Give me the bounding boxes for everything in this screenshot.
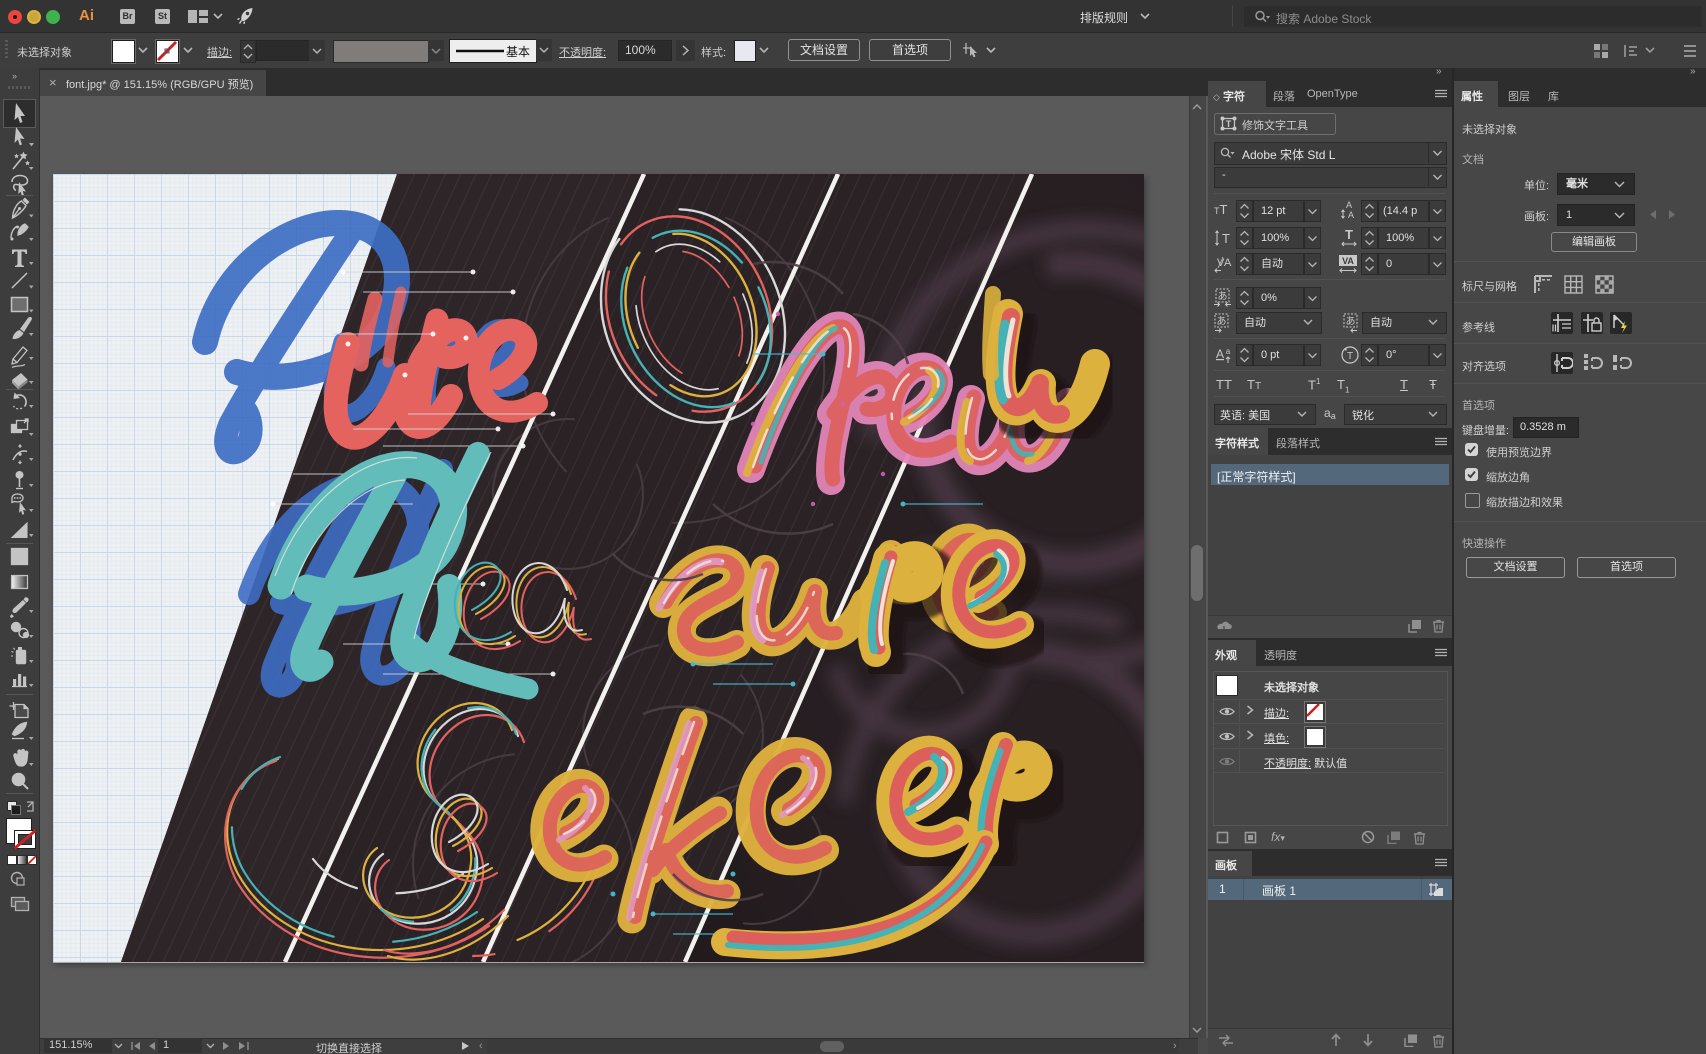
svg-text:T: T [1347,351,1353,362]
svg-text:T: T [1345,228,1353,242]
svg-text:T: T [1226,119,1232,129]
svg-text:VA: VA [1342,256,1354,266]
svg-text:あ: あ [1217,316,1227,328]
svg-text:A: A [1348,210,1354,220]
svg-text:A: A [1346,200,1352,210]
svg-text:T: T [1222,231,1230,246]
svg-text:A: A [1224,257,1232,269]
svg-text:a: a [1226,347,1231,356]
svg-text:A: A [1216,347,1224,361]
svg-text:あ: あ [1218,291,1228,303]
svg-text:あ: あ [1346,316,1356,328]
